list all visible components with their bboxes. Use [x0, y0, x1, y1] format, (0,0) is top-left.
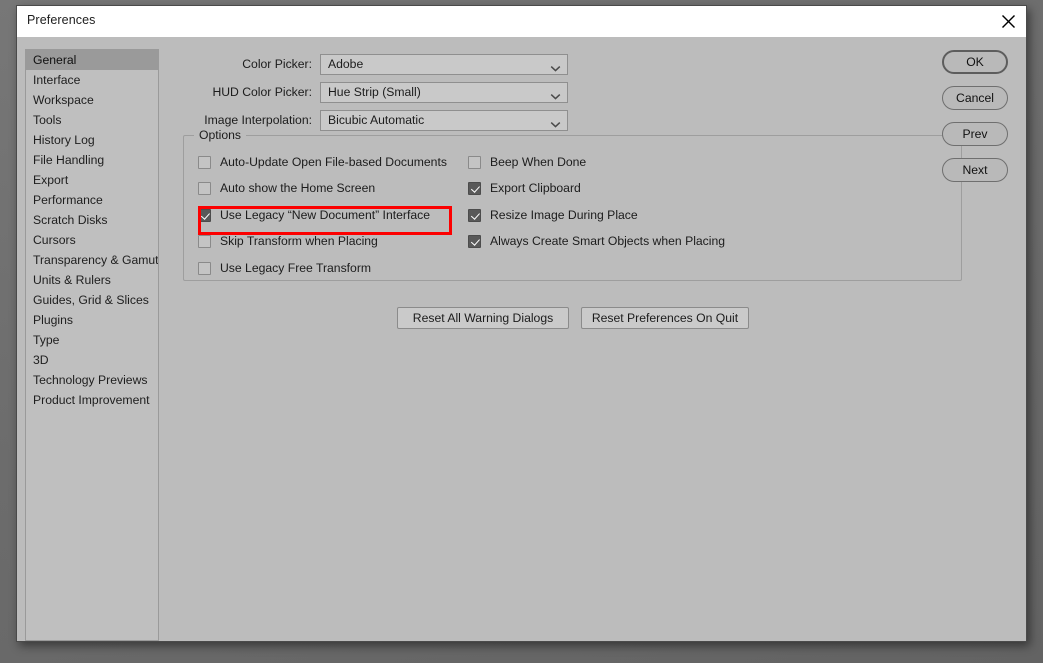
checkbox-checked-icon[interactable] [198, 208, 211, 222]
dialog-action-buttons: OK Cancel Prev Next [942, 50, 1012, 194]
field-label: Color Picker: [242, 57, 312, 71]
sidebar-item-product-improvement[interactable]: Product Improvement [26, 390, 158, 410]
checkbox-beep-when-done[interactable]: Beep When Done [468, 154, 586, 170]
sidebar-item-guides-grid-slices[interactable]: Guides, Grid & Slices [26, 290, 158, 310]
button-reset-preferences-on-quit[interactable]: Reset Preferences On Quit [581, 307, 749, 329]
options-legend: Options [194, 128, 247, 142]
sidebar-item-workspace[interactable]: Workspace [26, 90, 158, 110]
chevron-down-icon [550, 60, 561, 78]
sidebar-item-interface[interactable]: Interface [26, 70, 158, 90]
field-row: Color Picker: Adobe [169, 54, 921, 75]
checkbox-checked-icon[interactable] [468, 182, 481, 195]
sidebar-item-cursors[interactable]: Cursors [26, 230, 158, 250]
sidebar-item-tools[interactable]: Tools [26, 110, 158, 130]
checkbox-label: Beep When Done [490, 154, 587, 169]
checkbox-label: Resize Image During Place [490, 207, 638, 222]
sidebar-item-file-handling[interactable]: File Handling [26, 150, 158, 170]
checkbox-unchecked-icon[interactable] [468, 155, 481, 169]
sidebar-item-transparency-gamut[interactable]: Transparency & Gamut [26, 250, 158, 270]
field-label: HUD Color Picker: [212, 85, 312, 99]
checkbox-label: Use Legacy Free Transform [220, 260, 372, 275]
dropdown-value: Adobe [328, 57, 364, 71]
options-group: Options Auto-Update Open File-based Docu… [183, 128, 962, 281]
button-next[interactable]: Next [942, 158, 1008, 182]
field-row: HUD Color Picker: Hue Strip (Small) [169, 82, 921, 103]
checkbox-unchecked-icon[interactable] [198, 235, 211, 248]
sidebar-item-performance[interactable]: Performance [26, 190, 158, 210]
button-reset-all-warning-dialogs[interactable]: Reset All Warning Dialogs [397, 307, 569, 329]
field-row: Image Interpolation: Bicubic Automatic [169, 110, 921, 131]
dropdown-hud-color-picker[interactable]: Hue Strip (Small) [320, 82, 568, 103]
preferences-dialog: Preferences General Interface Workspace Too… [16, 5, 1027, 642]
checkbox-auto-show-the-home-screen[interactable]: Auto show the Home Screen [198, 181, 375, 197]
dialog-title: Preferences [27, 13, 96, 27]
checkbox-unchecked-icon[interactable] [198, 155, 211, 169]
button-prev[interactable]: Prev [942, 122, 1008, 146]
button-ok[interactable]: OK [942, 50, 1008, 74]
sidebar-item-history-log[interactable]: History Log [26, 130, 158, 150]
sidebar-item-units-rulers[interactable]: Units & Rulers [26, 270, 158, 290]
category-sidebar[interactable]: General Interface Workspace Tools History Lo… [25, 49, 159, 641]
checkbox-label: Export Clipboard [490, 181, 581, 195]
dialog-content: General Interface Workspace Tools History Lo… [17, 37, 1026, 641]
sidebar-item-scratch-disks[interactable]: Scratch Disks [26, 210, 158, 230]
checkbox-use-legacy-new-document-interface[interactable]: Use Legacy “New Document” Interface [198, 207, 430, 223]
checkbox-label: Skip Transform when Placing [220, 234, 378, 248]
dialog-titlebar: Preferences [17, 6, 1026, 37]
checkbox-label: Always Create Smart Objects when Placing [490, 234, 726, 248]
checkbox-label: Auto show the Home Screen [220, 181, 376, 195]
sidebar-item-export[interactable]: Export [26, 170, 158, 190]
dropdown-value: Bicubic Automatic [328, 113, 425, 127]
checkbox-unchecked-icon[interactable] [198, 182, 211, 195]
sidebar-item-3d[interactable]: 3D [26, 350, 158, 370]
checkbox-export-clipboard[interactable]: Export Clipboard [468, 181, 581, 197]
sidebar-item-technology-previews[interactable]: Technology Previews [26, 370, 158, 390]
dropdown-image-interpolation[interactable]: Bicubic Automatic [320, 110, 568, 131]
general-settings-panel: Color Picker: Adobe HUD Color Picker: Hue S… [169, 45, 962, 631]
checkbox-always-create-smart-objects-when-placing[interactable]: Always Create Smart Objects when Placing [468, 234, 725, 250]
checkbox-auto-update-open-file-based-documents[interactable]: Auto-Update Open File-based Documents [198, 154, 447, 170]
checkbox-use-legacy-free-transform[interactable]: Use Legacy Free Transform [198, 260, 371, 276]
checkbox-skip-transform-when-placing[interactable]: Skip Transform when Placing [198, 234, 378, 250]
chevron-down-icon [550, 116, 561, 134]
checkbox-resize-image-during-place[interactable]: Resize Image During Place [468, 207, 638, 223]
button-cancel[interactable]: Cancel [942, 86, 1008, 110]
sidebar-item-plugins[interactable]: Plugins [26, 310, 158, 330]
checkbox-checked-icon[interactable] [468, 235, 481, 248]
checkbox-label: Auto-Update Open File-based Documents [220, 154, 447, 169]
close-icon[interactable] [994, 8, 1022, 34]
checkbox-unchecked-icon[interactable] [198, 261, 211, 275]
checkbox-label: Use Legacy “New Document” Interface [220, 207, 430, 222]
sidebar-item-general[interactable]: General [26, 50, 158, 70]
dropdown-color-picker[interactable]: Adobe [320, 54, 568, 75]
dropdown-value: Hue Strip (Small) [328, 85, 421, 99]
checkbox-checked-icon[interactable] [468, 208, 481, 222]
sidebar-item-type[interactable]: Type [26, 330, 158, 350]
chevron-down-icon [550, 88, 561, 106]
